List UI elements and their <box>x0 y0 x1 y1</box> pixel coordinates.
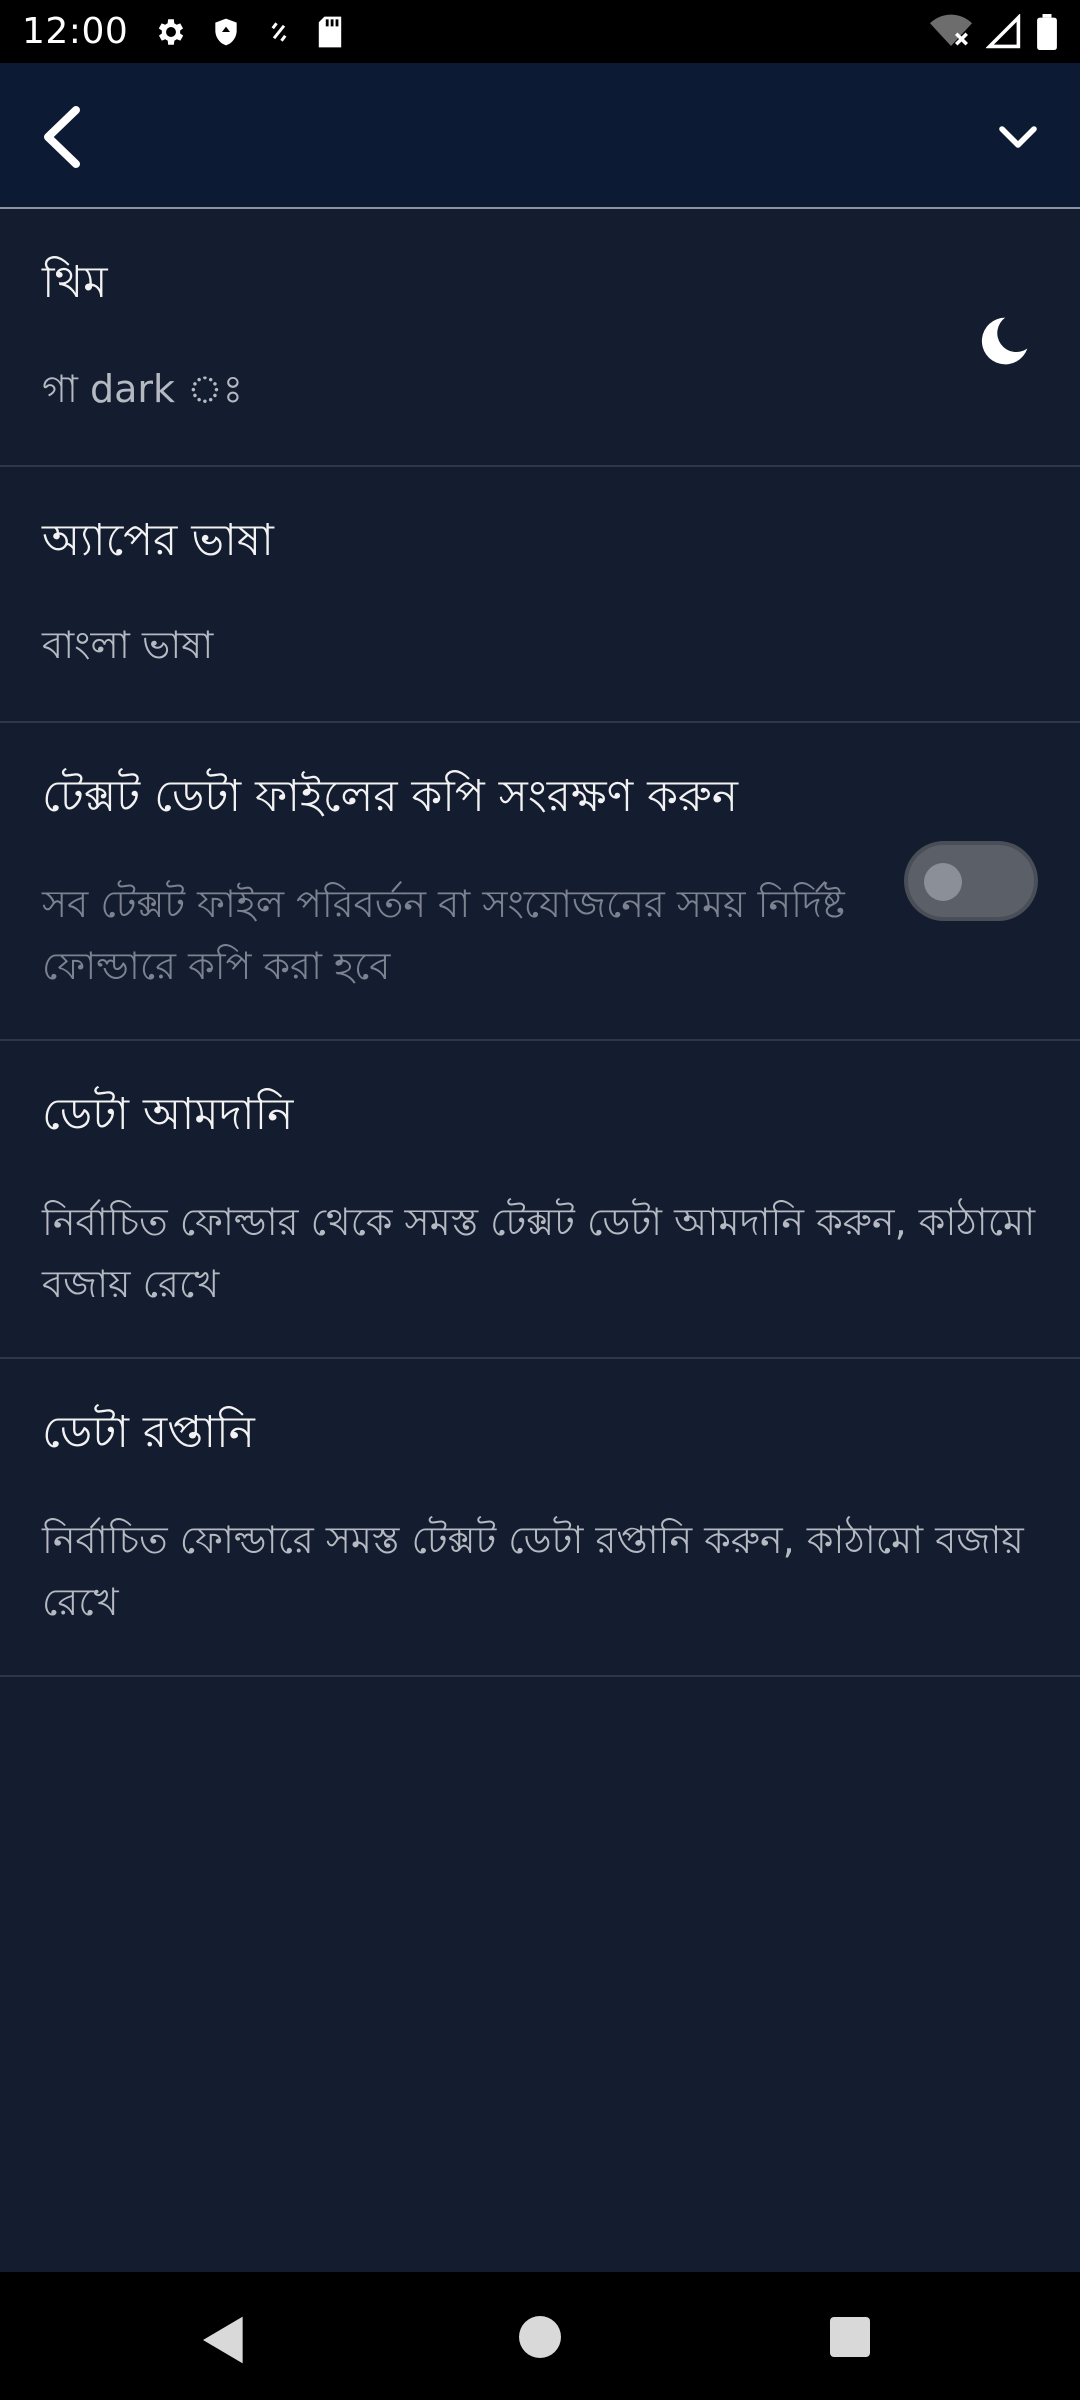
setting-import-title: ডেটা আমদানি <box>42 1089 294 1140</box>
setting-theme-summary: গা dark ঃ <box>42 367 243 411</box>
sync-icon <box>264 15 294 49</box>
moon-icon <box>976 313 1032 369</box>
setting-export-summary: নির্বাচিত ফোল্ডারে সমস্ত টেক্সট ডেটা রপ্… <box>42 1518 1024 1624</box>
setting-language[interactable]: অ্যাপের ভাষা বাংলা ভাষা <box>0 467 1080 723</box>
setting-export[interactable]: ডেটা রপ্তানি নির্বাচিত ফোল্ডারে সমস্ত টে… <box>0 1359 1080 1677</box>
cellular-icon <box>986 13 1022 50</box>
settings-list: থিম গা dark ঃ অ্যাপের ভাষা বাংলা ভাষা টে… <box>0 209 1080 1677</box>
gear-icon <box>154 15 188 49</box>
nav-recents-icon[interactable] <box>830 2317 870 2357</box>
chevron-down-icon <box>998 125 1038 153</box>
status-left-icons <box>154 15 344 49</box>
status-bar: 12:00 <box>0 0 1080 63</box>
app-bar <box>0 63 1080 209</box>
backup-toggle-knob <box>924 863 962 901</box>
setting-language-summary: বাংলা ভাষা <box>42 623 214 667</box>
setting-backup[interactable]: টেক্সট ডেটা ফাইলের কপি সংরক্ষণ করুন সব ট… <box>0 723 1080 1041</box>
chevron-left-icon <box>40 104 84 174</box>
setting-theme[interactable]: থিম গা dark ঃ <box>0 209 1080 467</box>
setting-backup-title: টেক্সট ডেটা ফাইলের কপি সংরক্ষণ করুন <box>42 771 739 822</box>
setting-theme-title: থিম <box>42 257 108 308</box>
expand-button[interactable] <box>978 99 1058 179</box>
shield-icon <box>210 15 242 49</box>
sd-card-icon <box>316 15 344 49</box>
nav-back-icon[interactable] <box>196 2312 252 2368</box>
setting-export-title: ডেটা রপ্তানি <box>42 1407 255 1458</box>
backup-toggle[interactable] <box>904 841 1038 921</box>
system-nav-bar <box>0 2272 1080 2400</box>
nav-home-icon[interactable] <box>519 2316 561 2358</box>
back-button[interactable] <box>22 99 102 179</box>
wifi-off-icon <box>930 14 972 50</box>
setting-import-summary: নির্বাচিত ফোল্ডার থেকে সমস্ত টেক্সট ডেটা… <box>42 1200 1036 1306</box>
setting-import[interactable]: ডেটা আমদানি নির্বাচিত ফোল্ডার থেকে সমস্ত… <box>0 1041 1080 1359</box>
setting-backup-summary: সব টেক্সট ফাইল পরিবর্তন বা সংযোজনের সময়… <box>42 882 845 988</box>
setting-language-title: অ্যাপের ভাষা <box>42 515 274 566</box>
status-time: 12:00 <box>22 11 129 52</box>
status-right-icons <box>930 13 1058 50</box>
battery-icon <box>1036 13 1058 50</box>
